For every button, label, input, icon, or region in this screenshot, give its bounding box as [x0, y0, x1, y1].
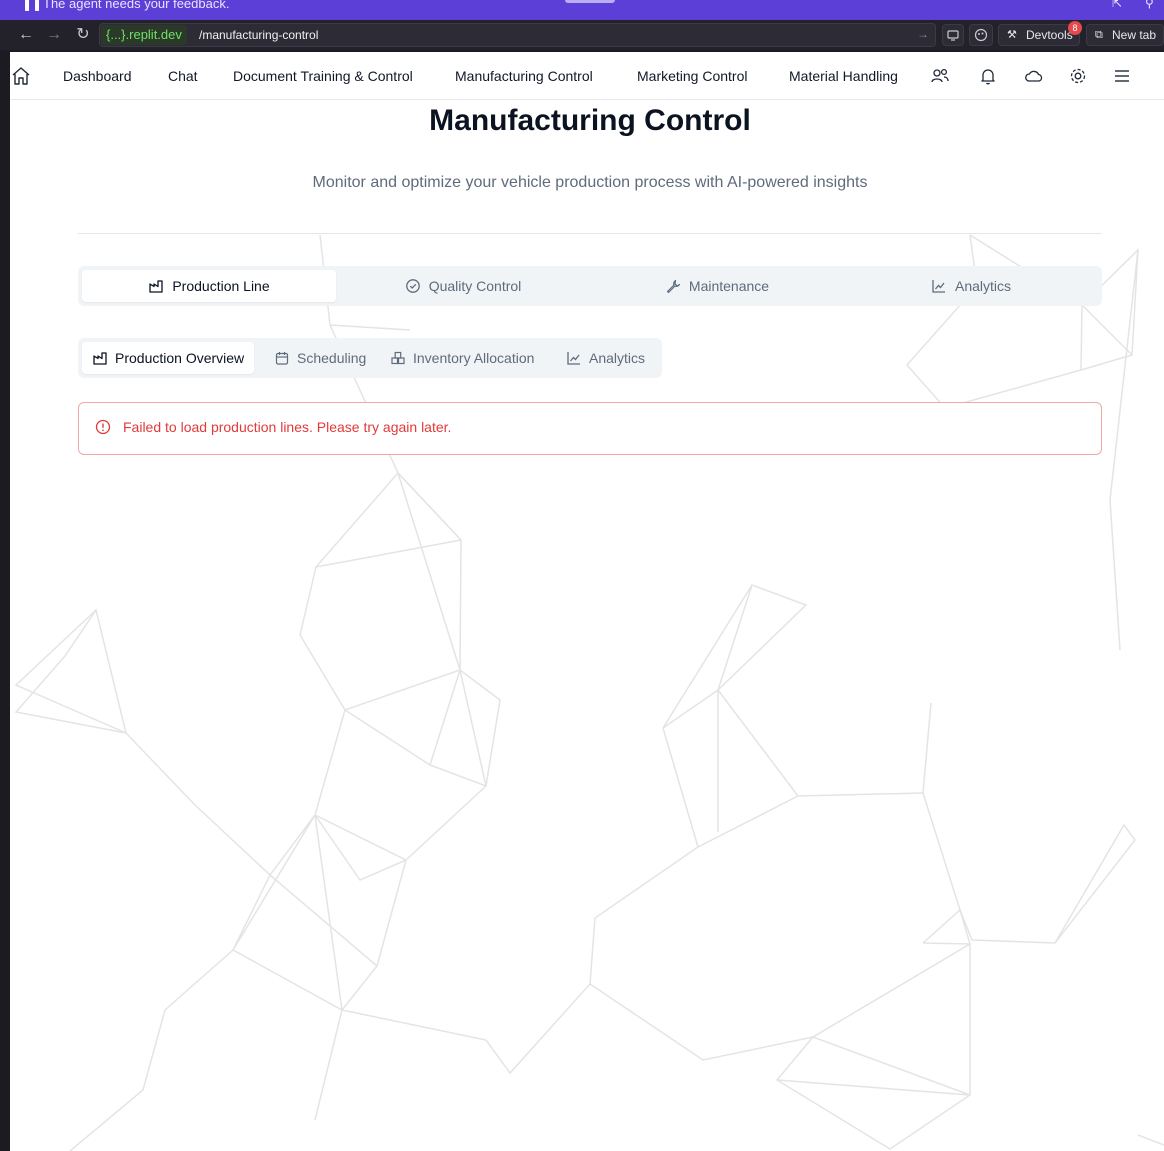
tab-analytics[interactable]: Analytics [844, 270, 1098, 302]
new-tab-button[interactable]: ⧉ New tab [1086, 24, 1164, 46]
line-chart-icon [567, 352, 580, 365]
subtab-label: Scheduling [297, 350, 367, 366]
devtools-label: Devtools [1026, 28, 1073, 42]
tab-label: Maintenance [688, 278, 770, 294]
tab-label: Analytics [954, 278, 1012, 294]
reload-icon[interactable]: ↻ [73, 25, 93, 45]
device-preview-button[interactable] [942, 24, 964, 46]
factory-icon [93, 352, 107, 365]
tab-production-line[interactable]: Production Line [82, 270, 336, 302]
tab-maintenance[interactable]: Maintenance [590, 270, 844, 302]
wrench-icon: ⚒ [1007, 29, 1017, 41]
subtab-production-overview[interactable]: Production Overview [82, 342, 255, 374]
nav-document-training[interactable]: Document Training & Control [233, 67, 413, 85]
subtab-label: Analytics [589, 350, 646, 366]
pin-icon[interactable]: ⚲ [1145, 0, 1154, 10]
page-title: Manufacturing Control [429, 104, 751, 137]
banner-text: The agent needs your feedback. [43, 0, 230, 11]
wrench-icon [666, 279, 681, 294]
external-link-icon: ⧉ [1095, 29, 1103, 41]
url-path[interactable]: /manufacturing-control [199, 27, 318, 43]
menu-icon[interactable] [1111, 65, 1133, 87]
subtab-label: Production Overview [115, 350, 245, 366]
page-subtitle: Monitor and optimize your vehicle produc… [312, 174, 868, 191]
go-arrow-icon[interactable]: → [917, 27, 929, 41]
bell-icon[interactable] [977, 65, 999, 87]
divider [78, 233, 1102, 234]
devtools-badge: 8 [1068, 21, 1082, 35]
back-icon[interactable]: ← [16, 25, 36, 45]
pause-icon: ❚❚ [22, 0, 43, 11]
top-navigation: Dashboard Chat Document Training & Contr… [10, 52, 1164, 100]
nav-dashboard[interactable]: Dashboard [63, 67, 132, 85]
subtab-analytics[interactable]: Analytics [556, 342, 655, 374]
palette-icon [974, 28, 988, 42]
cloud-icon[interactable] [1023, 65, 1045, 87]
home-icon[interactable] [10, 65, 32, 87]
nav-material-handling[interactable]: Material Handling [789, 67, 898, 85]
factory-icon [149, 280, 163, 293]
main-content: Manufacturing Control Monitor and optimi… [10, 100, 1164, 1151]
agent-feedback-banner[interactable]: ❚❚ The agent needs your feedback. ⇱ ⚲ [0, 0, 1164, 20]
main-tabs: Production Line Quality Control Maintena… [78, 266, 1102, 306]
subtab-label: Inventory Allocation [413, 350, 535, 366]
boxes-icon [391, 351, 405, 365]
error-alert: Failed to load production lines. Please … [78, 402, 1102, 455]
subtab-inventory-allocation[interactable]: Inventory Allocation [380, 342, 544, 374]
app-window: Dashboard Chat Document Training & Contr… [10, 52, 1164, 1151]
subtab-scheduling[interactable]: Scheduling [264, 342, 376, 374]
error-message: Failed to load production lines. Please … [123, 419, 452, 435]
tab-label: Production Line [172, 278, 270, 294]
check-circle-icon [405, 279, 420, 293]
nav-marketing-control[interactable]: Marketing Control [637, 67, 748, 85]
gear-icon[interactable] [1067, 65, 1089, 87]
monitor-icon [947, 30, 959, 41]
users-icon[interactable] [929, 65, 951, 87]
theme-button[interactable] [969, 24, 993, 46]
nav-chat[interactable]: Chat [168, 67, 198, 85]
calendar-icon [275, 352, 289, 365]
tab-quality-control[interactable]: Quality Control [336, 270, 590, 302]
expand-icon[interactable]: ⇱ [1112, 0, 1122, 10]
alert-circle-icon [95, 419, 111, 435]
sub-tabs: Production Overview Scheduling Inventory… [78, 338, 662, 378]
line-chart-icon [932, 280, 945, 293]
tab-label: Quality Control [428, 278, 522, 294]
nav-manufacturing-control[interactable]: Manufacturing Control [455, 67, 593, 85]
url-host[interactable]: {...}.replit.dev [101, 25, 187, 45]
forward-icon[interactable]: → [44, 25, 64, 45]
new-tab-label: New tab [1112, 28, 1157, 42]
banner-handle[interactable] [565, 0, 615, 3]
